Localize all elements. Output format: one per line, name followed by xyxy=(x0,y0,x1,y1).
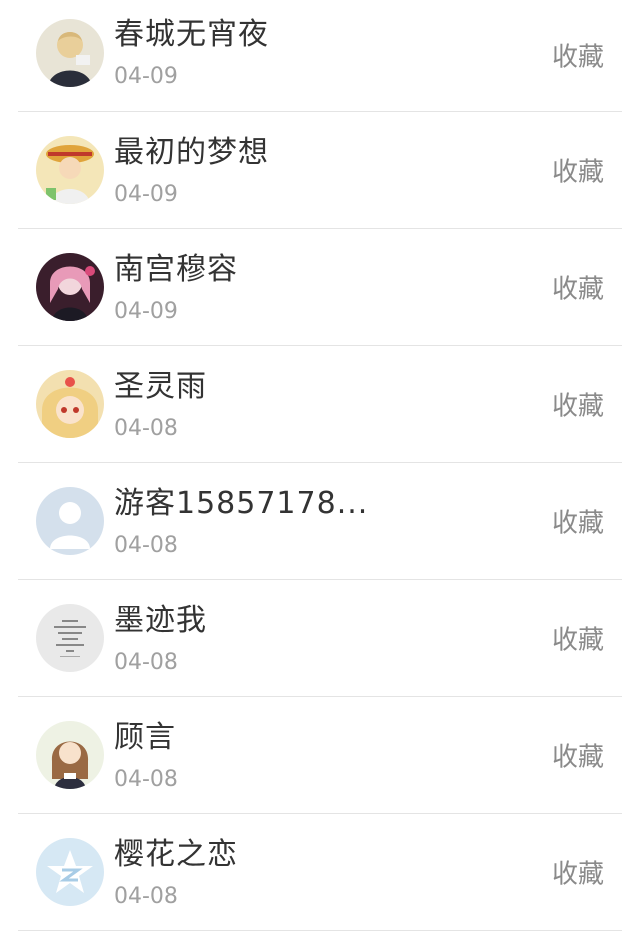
timestamp: 04-08 xyxy=(114,767,178,792)
favorite-button[interactable]: 收藏 xyxy=(552,386,604,423)
timestamp: 04-08 xyxy=(114,650,178,675)
user-name: 圣灵雨 xyxy=(114,369,207,404)
text-avatar-icon[interactable] xyxy=(36,604,104,672)
favorite-button[interactable]: 收藏 xyxy=(552,37,604,74)
anime-avatar-icon[interactable] xyxy=(36,721,104,789)
timestamp: 04-09 xyxy=(114,299,178,324)
list-item[interactable]: 樱花之恋 04-08 收藏 xyxy=(18,814,622,931)
favorite-button[interactable]: 收藏 xyxy=(552,503,604,540)
list-item[interactable]: 春城无宵夜 04-09 收藏 xyxy=(18,0,622,112)
user-name: 樱花之恋 xyxy=(114,837,238,872)
user-name: 墨迹我 xyxy=(114,603,207,638)
timestamp: 04-09 xyxy=(114,64,178,89)
timestamp: 04-08 xyxy=(114,416,178,441)
favorite-button[interactable]: 收藏 xyxy=(552,269,604,306)
list-item[interactable]: 顾言 04-08 收藏 xyxy=(18,697,622,814)
timestamp: 04-09 xyxy=(114,182,178,207)
list-item[interactable]: 墨迹我 04-08 收藏 xyxy=(18,580,622,697)
favorites-list: 春城无宵夜 04-09 收藏 最初的梦想 04-09 收藏 南宫穆容 04-09… xyxy=(0,0,640,936)
list-item[interactable]: 圣灵雨 04-08 收藏 xyxy=(18,346,622,463)
user-name: 顾言 xyxy=(114,720,176,755)
anime-avatar-icon[interactable] xyxy=(36,253,104,321)
favorite-button[interactable]: 收藏 xyxy=(552,152,604,189)
favorite-button[interactable]: 收藏 xyxy=(552,737,604,774)
anime-avatar-icon[interactable] xyxy=(36,370,104,438)
user-name: 春城无宵夜 xyxy=(114,17,269,52)
anime-avatar-icon[interactable] xyxy=(36,136,104,204)
list-item[interactable]: 游客15857178... 04-08 收藏 xyxy=(18,463,622,580)
favorite-button[interactable]: 收藏 xyxy=(552,854,604,891)
list-item[interactable]: 最初的梦想 04-09 收藏 xyxy=(18,112,622,229)
user-name: 南宫穆容 xyxy=(114,252,238,287)
user-name: 最初的梦想 xyxy=(114,135,269,170)
favorite-button[interactable]: 收藏 xyxy=(552,620,604,657)
user-name: 游客15857178... xyxy=(114,486,369,521)
default-user-avatar-icon[interactable] xyxy=(36,487,104,555)
qzone-avatar-icon[interactable] xyxy=(36,838,104,906)
timestamp: 04-08 xyxy=(114,533,178,558)
anime-avatar-icon[interactable] xyxy=(36,19,104,87)
timestamp: 04-08 xyxy=(114,884,178,909)
list-item[interactable]: 南宫穆容 04-09 收藏 xyxy=(18,229,622,346)
